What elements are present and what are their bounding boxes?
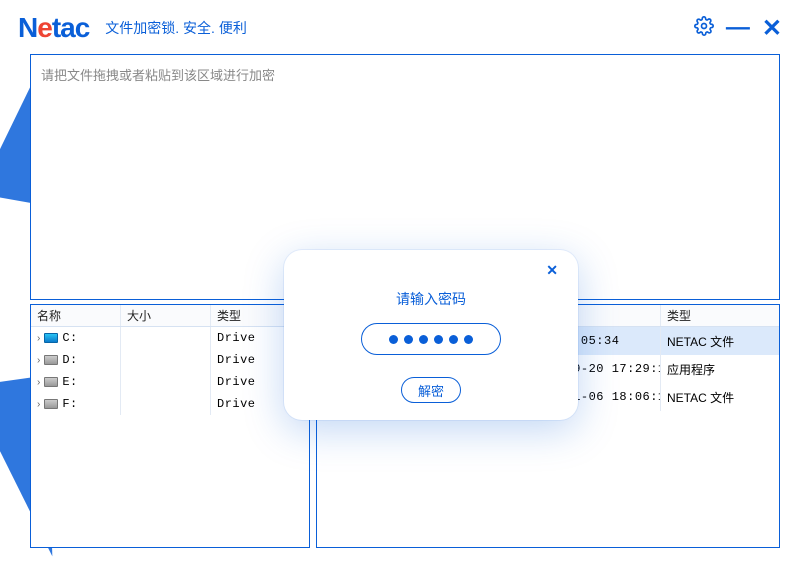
col-name: 名称 bbox=[31, 305, 121, 326]
titlebar: Netac 文件加密锁. 安全. 便利 — ✕ bbox=[0, 0, 800, 54]
table-row[interactable]: ›E:Drive bbox=[31, 371, 309, 393]
password-dialog: ✕ 请输入密码 解密 bbox=[284, 250, 578, 420]
gear-icon[interactable] bbox=[694, 16, 714, 41]
chevron-right-icon: › bbox=[37, 333, 40, 344]
drive-icon bbox=[44, 399, 58, 409]
table-row[interactable]: ›D:Drive bbox=[31, 349, 309, 371]
col-type: 类型 bbox=[661, 305, 779, 326]
dialog-title: 请输入密码 bbox=[396, 289, 466, 309]
col-size: 大小 bbox=[121, 305, 211, 326]
chevron-right-icon: › bbox=[37, 377, 40, 388]
close-icon[interactable]: ✕ bbox=[762, 14, 782, 43]
brand-logo: Netac bbox=[18, 12, 89, 44]
dropzone-hint: 请把文件拖拽或者粘贴到该区域进行加密 bbox=[41, 68, 275, 83]
tagline: 文件加密锁. 安全. 便利 bbox=[105, 18, 247, 38]
minimize-icon[interactable]: — bbox=[726, 14, 750, 42]
file-type: 应用程序 bbox=[661, 355, 779, 383]
file-type: NETAC 文件 bbox=[661, 383, 779, 411]
drive-label: D: bbox=[62, 353, 77, 367]
drives-panel: 名称 大小 类型 ›C:Drive›D:Drive›E:Drive›F:Driv… bbox=[30, 304, 310, 548]
drive-label: E: bbox=[62, 375, 77, 389]
chevron-right-icon: › bbox=[37, 355, 40, 366]
file-type: NETAC 文件 bbox=[661, 327, 779, 355]
drive-label: C: bbox=[62, 331, 77, 345]
table-row[interactable]: ›C:Drive bbox=[31, 327, 309, 349]
drive-label: F: bbox=[62, 397, 77, 411]
drive-icon bbox=[44, 355, 58, 365]
chevron-right-icon: › bbox=[37, 399, 40, 410]
decrypt-button[interactable]: 解密 bbox=[401, 377, 461, 403]
table-header: 名称 大小 类型 bbox=[31, 305, 309, 327]
dialog-close-icon[interactable]: ✕ bbox=[546, 262, 558, 279]
table-row[interactable]: ›F:Drive bbox=[31, 393, 309, 415]
password-input[interactable] bbox=[361, 323, 501, 355]
drive-icon bbox=[44, 333, 58, 343]
drive-icon bbox=[44, 377, 58, 387]
